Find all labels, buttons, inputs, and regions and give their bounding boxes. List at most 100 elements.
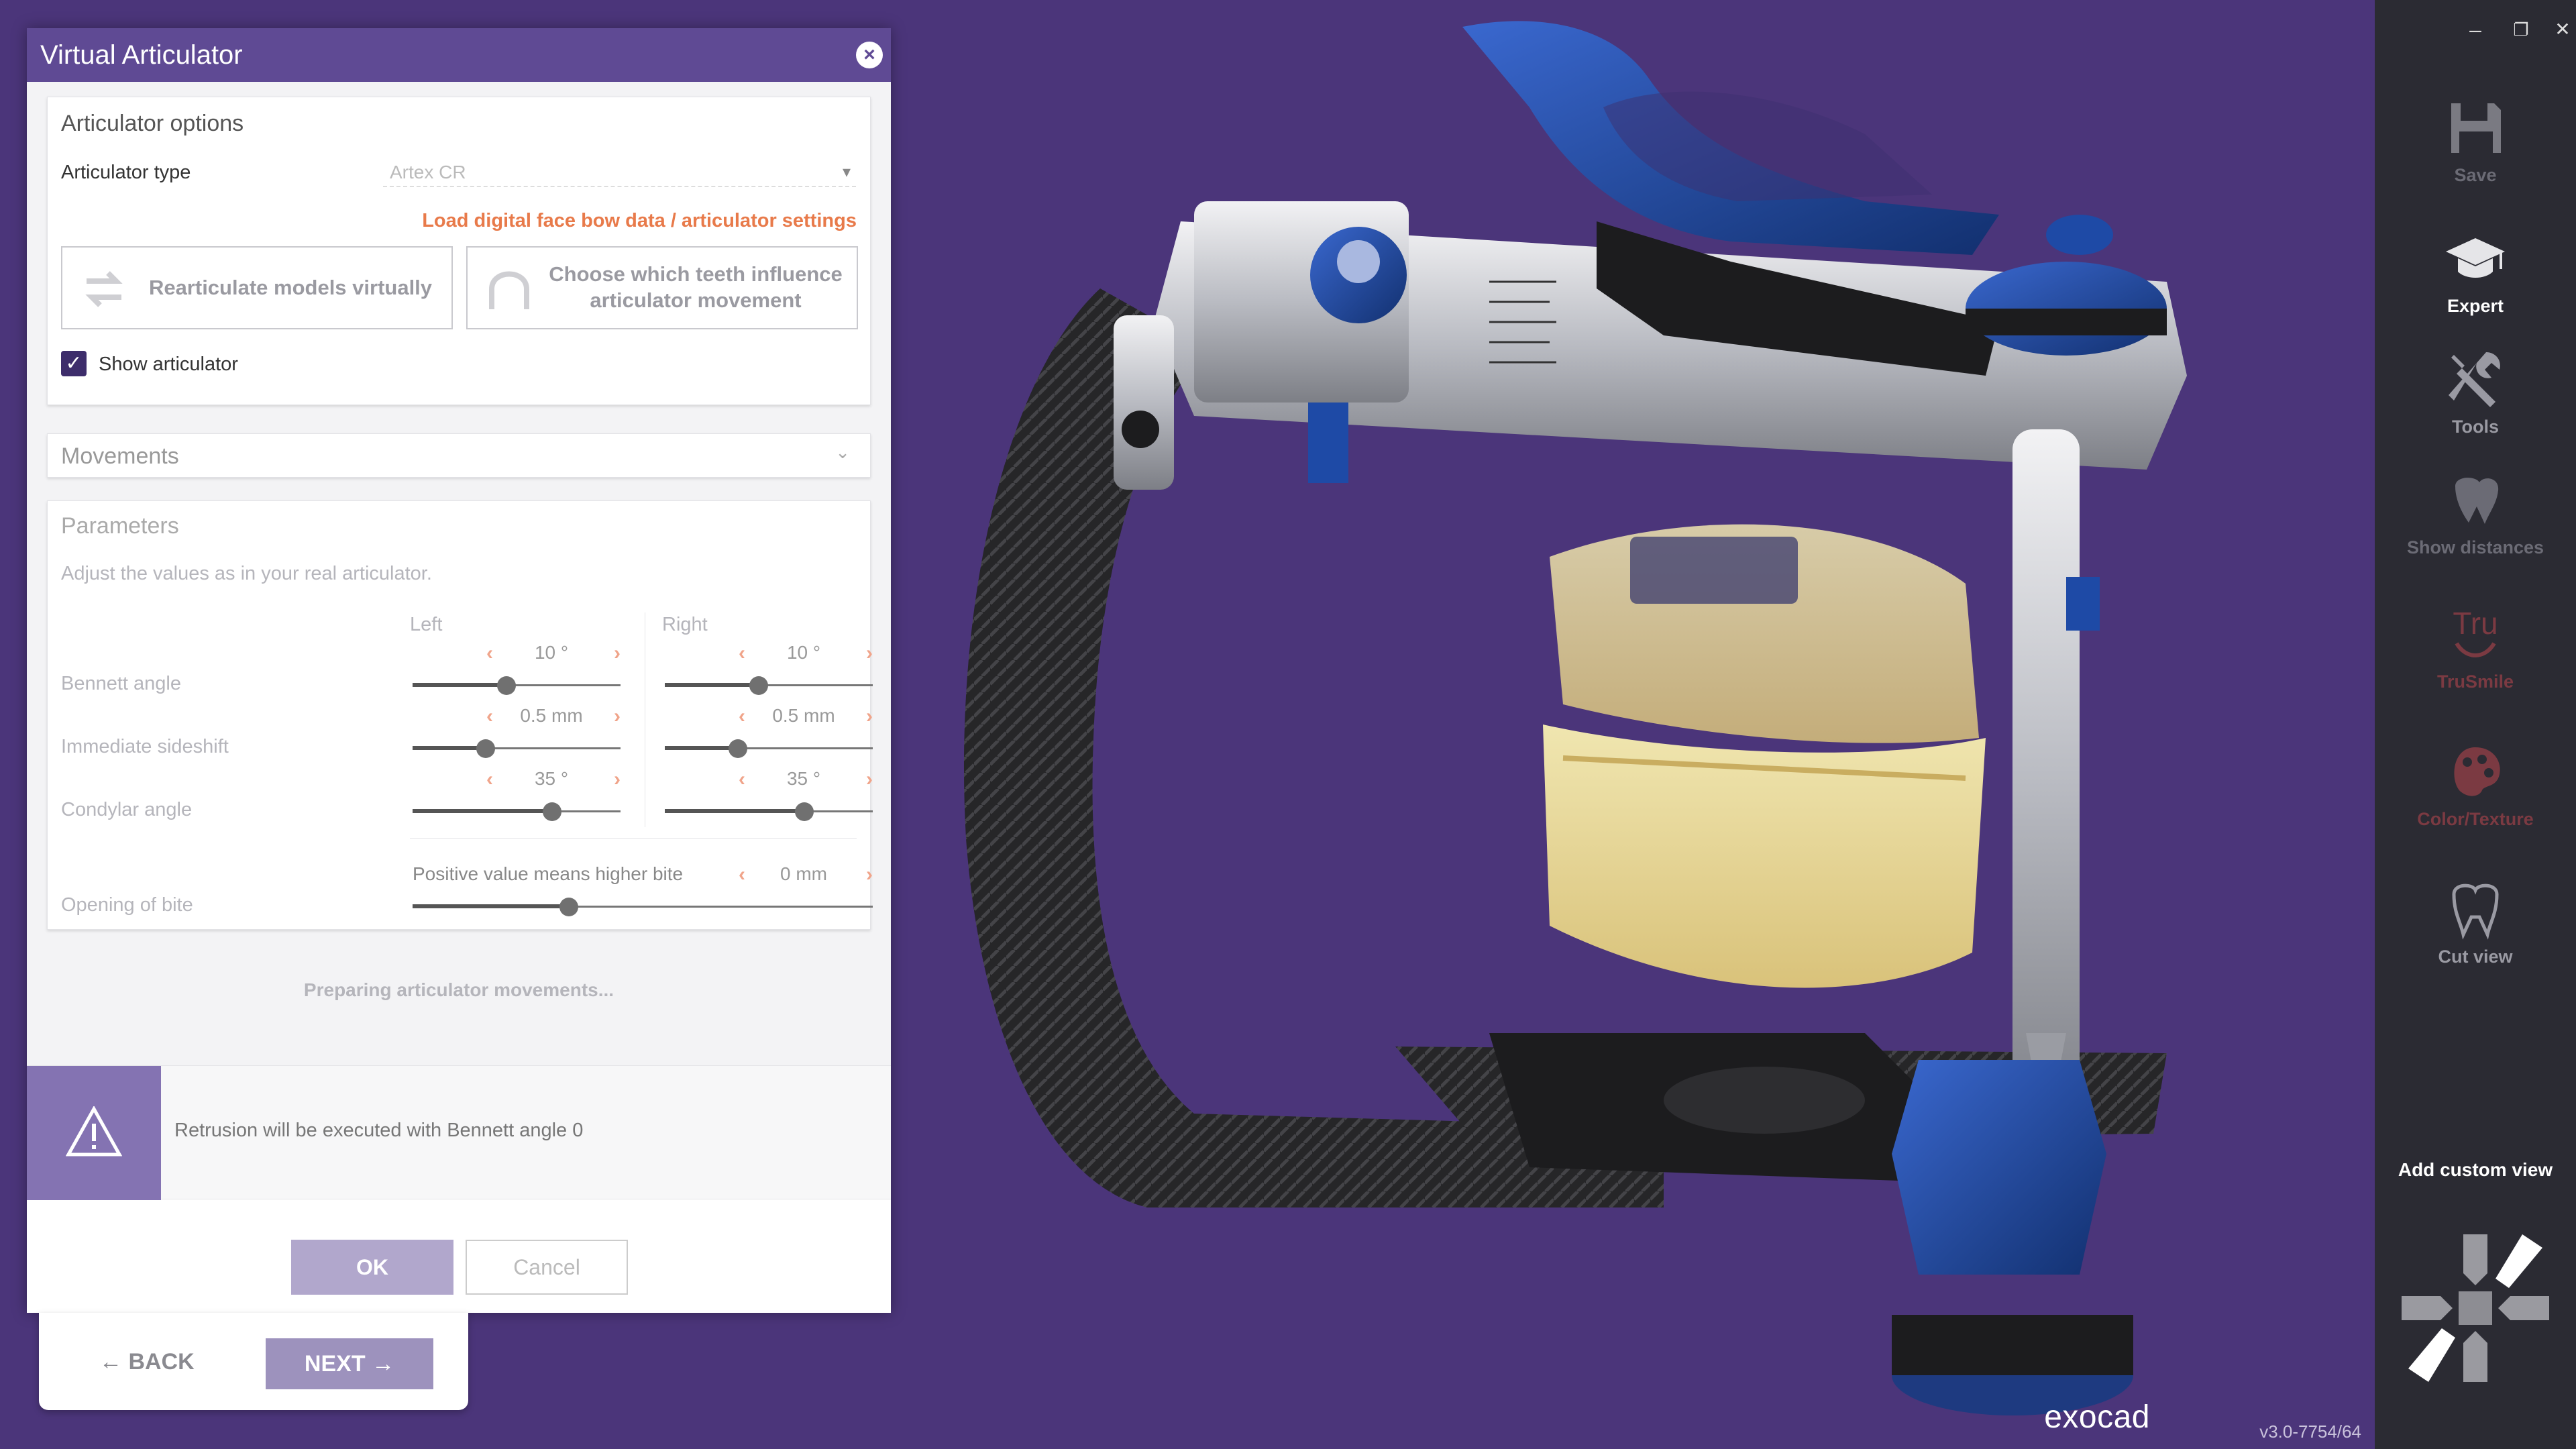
svg-text:Tru: Tru (2453, 606, 2498, 641)
swap-arrows-icon (85, 271, 123, 307)
wizard-navigation: ← BACK NEXT → (39, 1313, 468, 1410)
parameters-card: Parameters Adjust the values as in your … (47, 500, 873, 930)
save-icon (2451, 103, 2501, 153)
bennett-left-stepper[interactable]: ‹ 10 ° › (413, 642, 621, 669)
add-custom-view-button[interactable]: Add custom view (2375, 1159, 2576, 1181)
articulator-type-label: Articulator type (61, 162, 191, 183)
articulator-type-value: Artex CR (390, 162, 466, 182)
condylar-right-value: 35 ° (786, 768, 821, 789)
arrow-right-icon: → (372, 1351, 395, 1377)
sideshift-left-slider[interactable] (413, 735, 621, 761)
movements-header: Movements (61, 443, 179, 469)
dental-arch-icon (489, 271, 529, 309)
tooth-distance-icon (2455, 478, 2499, 524)
bite-slider[interactable] (413, 893, 873, 920)
articulator-type-select[interactable]: Artex CR ▾ (383, 158, 856, 187)
tools-tool-button[interactable]: Tools (2375, 345, 2576, 437)
sideshift-right-stepper[interactable]: ‹ 0.5 mm › (665, 705, 873, 732)
decrement-chevron-icon[interactable]: ‹ (486, 768, 493, 791)
increment-chevron-icon[interactable]: › (614, 705, 621, 728)
bennett-right-stepper[interactable]: ‹ 10 ° › (665, 642, 873, 669)
ok-button[interactable]: OK (291, 1240, 453, 1295)
increment-chevron-icon[interactable]: › (614, 642, 621, 665)
decrement-chevron-icon[interactable]: ‹ (739, 863, 745, 886)
dialog-body: Articulator options Articulator type Art… (27, 82, 891, 1088)
bite-stepper[interactable]: ‹ 0 mm › (665, 863, 873, 890)
condylar-left-stepper[interactable]: ‹ 35 ° › (413, 768, 621, 795)
sideshift-left-stepper[interactable]: ‹ 0.5 mm › (413, 705, 621, 732)
bennett-right-value: 10 ° (786, 642, 821, 663)
condylar-angle-label: Condylar angle (61, 799, 193, 820)
decrement-chevron-icon[interactable]: ‹ (486, 705, 493, 728)
cut-view-tool-button[interactable]: Cut view (2375, 875, 2576, 967)
right-toolbar: – ❐ ✕ Save Expert Tools Show distances T… (2375, 0, 2576, 1449)
color-texture-tool-button[interactable]: Color/Texture (2375, 738, 2576, 830)
graduation-cap-icon (2446, 238, 2505, 278)
slider-knob[interactable] (496, 676, 516, 695)
condylar-right-slider[interactable] (665, 798, 873, 824)
save-tool-button[interactable]: Save (2375, 94, 2576, 186)
bennett-left-slider[interactable] (413, 672, 621, 698)
show-articulator-label: Show articulator (99, 354, 238, 375)
restore-button[interactable]: ❐ (2508, 16, 2534, 43)
increment-chevron-icon[interactable]: › (614, 768, 621, 791)
choose-teeth-label: Choose which teeth influence articulator… (549, 262, 843, 312)
show-articulator-checkbox[interactable]: ✓ (61, 351, 87, 376)
slider-knob[interactable] (728, 739, 747, 758)
bennett-left-value: 10 ° (534, 642, 569, 663)
virtual-articulator-dialog: Virtual Articulator × Articulator option… (27, 28, 891, 1313)
exocad-logo: exocad (2044, 1399, 2150, 1435)
next-button[interactable]: NEXT → (266, 1338, 433, 1389)
rearticulate-models-button[interactable]: Rearticulate models virtually (61, 246, 453, 329)
load-face-bow-link[interactable]: Load digital face bow data / articulator… (422, 210, 857, 232)
arrow-left-icon: ← (99, 1349, 122, 1375)
bennett-angle-label: Bennett angle (61, 673, 181, 694)
view-orientation-cube-icon[interactable] (2388, 1221, 2563, 1395)
increment-chevron-icon[interactable]: › (866, 768, 873, 791)
increment-chevron-icon[interactable]: › (866, 705, 873, 728)
right-column-header: Right (662, 614, 708, 635)
bennett-right-slider[interactable] (665, 672, 873, 698)
trusmile-tool-button[interactable]: Tru TruSmile (2375, 600, 2576, 692)
expert-tool-button[interactable]: Expert (2375, 225, 2576, 317)
sideshift-right-slider[interactable] (665, 735, 873, 761)
condylar-left-slider[interactable] (413, 798, 621, 824)
back-button[interactable]: ← BACK (99, 1338, 195, 1385)
cut-view-tooth-icon (2452, 883, 2499, 940)
decrement-chevron-icon[interactable]: ‹ (486, 642, 493, 665)
wrench-hammer-icon (2449, 352, 2500, 407)
slider-knob[interactable] (559, 898, 579, 916)
articulator-options-header: Articulator options (61, 111, 244, 136)
choose-teeth-button[interactable]: Choose which teeth influence articulator… (466, 246, 858, 329)
close-window-button[interactable]: ✕ (2549, 16, 2576, 43)
dialog-title: Virtual Articulator (40, 40, 243, 70)
warning-triangle-icon (66, 1106, 122, 1157)
slider-knob[interactable] (476, 739, 495, 758)
palette-icon (2454, 747, 2500, 796)
parameters-hint: Adjust the values as in your real articu… (61, 563, 432, 584)
immediate-sideshift-label: Immediate sideshift (61, 736, 229, 757)
dialog-close-icon[interactable]: × (856, 42, 883, 68)
increment-chevron-icon[interactable]: › (866, 642, 873, 665)
minimize-button[interactable]: – (2462, 16, 2489, 43)
show-distances-label: Show distances (2406, 537, 2544, 557)
decrement-chevron-icon[interactable]: ‹ (739, 705, 745, 728)
slider-knob[interactable] (794, 802, 814, 821)
slider-knob[interactable] (542, 802, 561, 821)
sideshift-left-value: 0.5 mm (520, 705, 583, 726)
warning-panel: Retrusion will be executed with Bennett … (27, 1065, 891, 1200)
decrement-chevron-icon[interactable]: ‹ (739, 768, 745, 791)
version-label: v3.0-7754/64 (2259, 1421, 2361, 1442)
sideshift-right-value: 0.5 mm (772, 705, 835, 726)
articulator-3d-model[interactable] (926, 0, 2294, 1449)
slider-knob[interactable] (749, 676, 768, 695)
increment-chevron-icon[interactable]: › (866, 863, 873, 886)
rearticulate-label: Rearticulate models virtually (148, 275, 433, 299)
show-distances-tool-button[interactable]: Show distances (2375, 466, 2576, 558)
decrement-chevron-icon[interactable]: ‹ (739, 642, 745, 665)
cancel-button[interactable]: Cancel (466, 1240, 628, 1295)
chevron-down-icon: ⌄ (835, 442, 850, 462)
movements-card[interactable]: Movements ⌄ (47, 433, 871, 478)
condylar-right-stepper[interactable]: ‹ 35 ° › (665, 768, 873, 795)
back-label: BACK (128, 1349, 195, 1375)
